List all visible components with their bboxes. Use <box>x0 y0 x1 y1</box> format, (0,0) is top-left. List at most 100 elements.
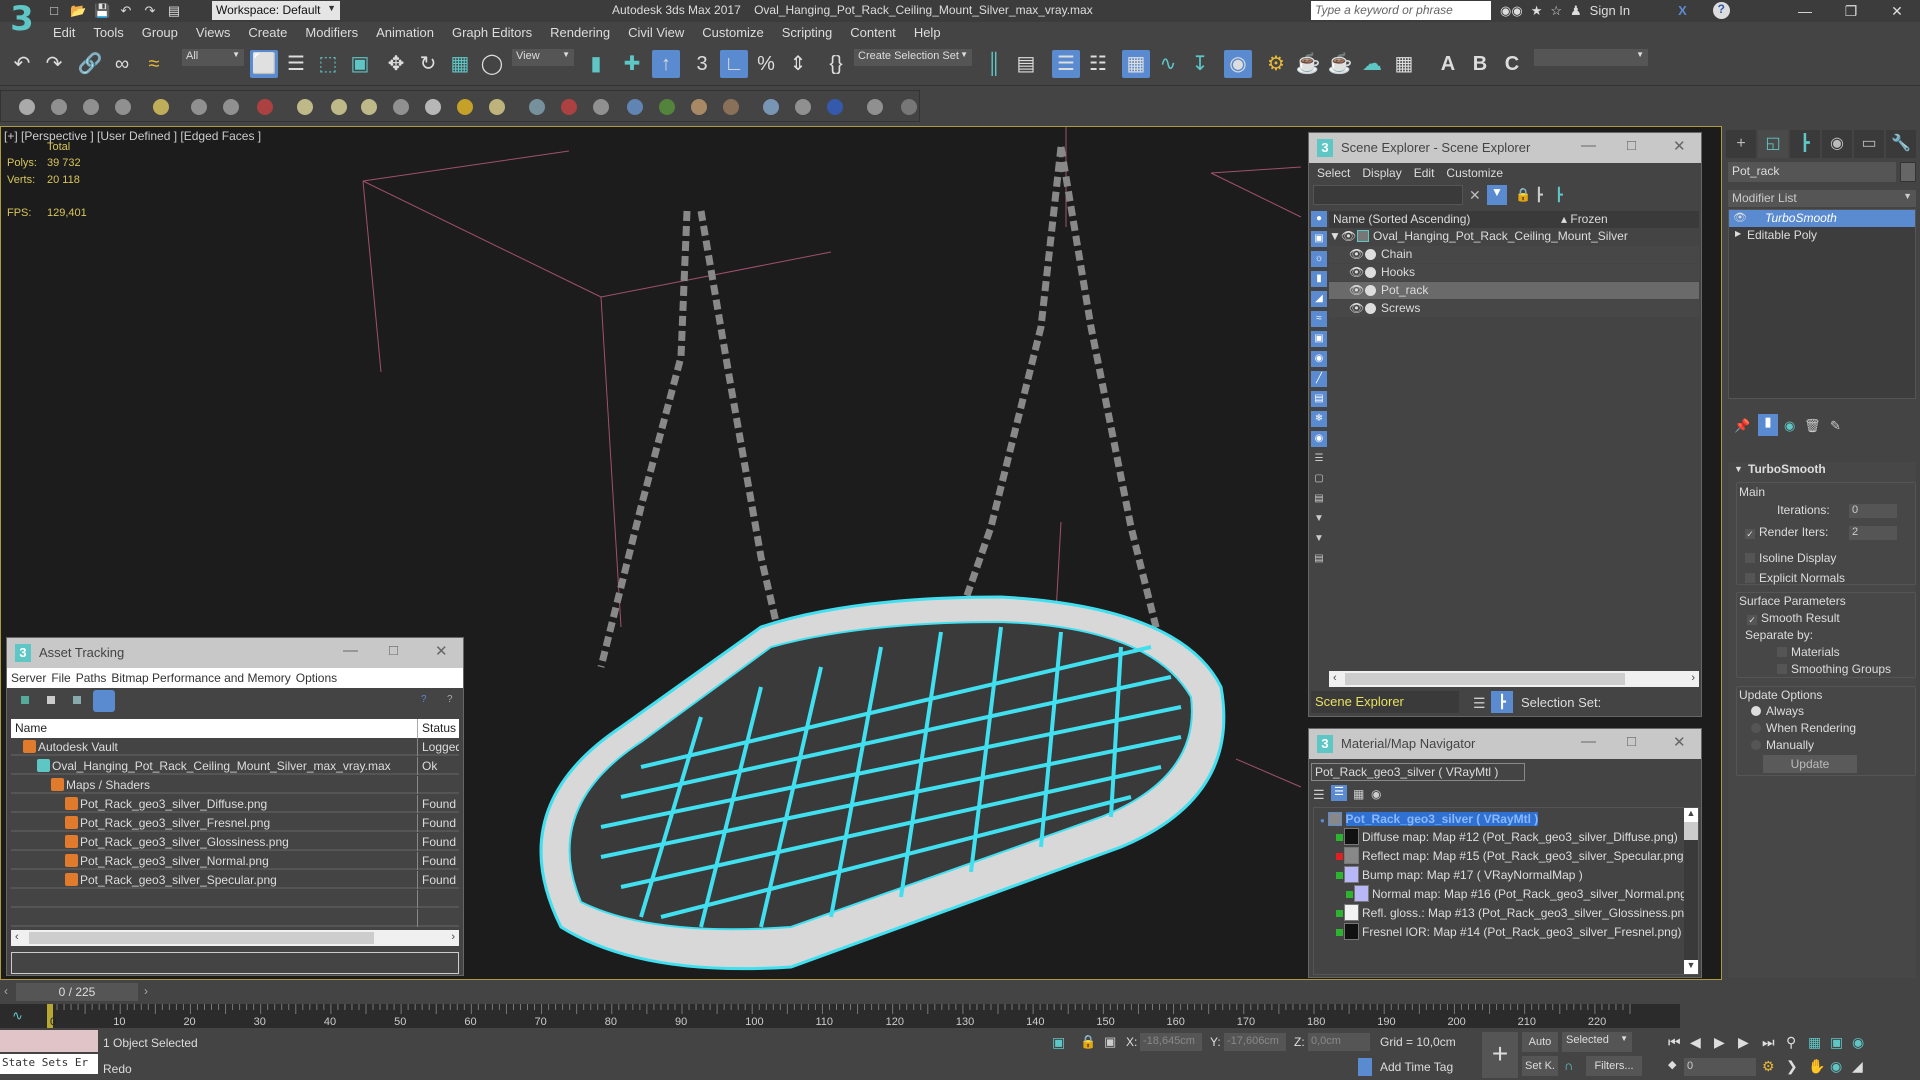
view-list-icons-icon[interactable]: ☰ <box>1331 785 1347 801</box>
maxscript-listener-input[interactable] <box>0 1030 98 1052</box>
select-by-name-icon[interactable]: ☰ <box>282 50 310 78</box>
favorites-star-icon[interactable]: ☆ <box>1550 3 1562 19</box>
open-file-icon[interactable]: 📂 <box>70 3 86 19</box>
close-button[interactable]: ✕ <box>1673 137 1686 155</box>
cone-icon[interactable] <box>425 99 441 115</box>
percent-snap-icon[interactable]: % <box>752 50 780 78</box>
go-to-start-icon[interactable]: ⏮ <box>1668 1034 1681 1051</box>
render-preset-dropdown[interactable]: ▼ <box>1534 49 1648 66</box>
rotate-icon[interactable]: ↻ <box>414 50 442 78</box>
panel-icon[interactable] <box>115 99 131 115</box>
groups-filter-icon[interactable]: ▣ <box>1311 331 1327 347</box>
scene-tree-item[interactable]: 👁 Chain <box>1329 246 1699 263</box>
close-button[interactable]: ✕ <box>1673 733 1686 751</box>
app-logo[interactable]: 3 <box>2 0 42 42</box>
scene-tree-item[interactable]: 👁 Pot_rack <box>1329 282 1699 299</box>
asset-row[interactable]: Pot_Rack_geo3_silver_Diffuse.png Found <box>11 795 459 813</box>
satellite-icon[interactable]: ★ <box>1531 3 1543 19</box>
set-key-button[interactable]: Set K. <box>1522 1056 1558 1076</box>
list-icon[interactable] <box>83 99 99 115</box>
geometry-filter-icon[interactable]: ● <box>1311 211 1327 227</box>
visibility-eye-icon[interactable]: 👁 <box>1349 300 1364 317</box>
mirror-icon[interactable]: ║ <box>980 50 1008 78</box>
x-coordinate-field[interactable]: -18,645cm <box>1140 1033 1202 1051</box>
preset-b-icon[interactable]: B <box>1466 50 1494 78</box>
go-to-end-icon[interactable]: ⏭ <box>1762 1034 1775 1051</box>
curve-editor-icon[interactable]: ∿ <box>1154 50 1182 78</box>
menu-civil-view[interactable]: Civil View <box>619 22 693 44</box>
stack-item-editable-poly[interactable]: ▶ Editable Poly <box>1729 227 1915 244</box>
bones-filter-icon[interactable]: ╱ <box>1311 371 1327 387</box>
maximize-button[interactable]: □ <box>1627 137 1636 154</box>
teapot-icon[interactable] <box>19 99 35 115</box>
hierarchy-tab-icon[interactable]: ┣ <box>1790 130 1820 158</box>
table-view-button[interactable] <box>93 690 115 712</box>
schematic-view-icon[interactable]: ↧ <box>1186 50 1214 78</box>
menu-file[interactable]: File <box>51 671 70 685</box>
map-row[interactable]: Diffuse map: Map #12 (Pot_Rack_geo3_silv… <box>1336 828 1678 846</box>
time-slider-thumb[interactable]: 0 / 225 <box>16 983 138 1001</box>
refresh-icon[interactable] <box>21 696 29 704</box>
scrollbar-thumb[interactable] <box>1345 673 1625 685</box>
menu-modifiers[interactable]: Modifiers <box>296 22 367 44</box>
sign-in-button[interactable]: Sign In <box>1590 3 1630 18</box>
explorer-selector-dropdown[interactable]: Scene Explorer <box>1311 691 1459 713</box>
selection-filter-dropdown[interactable]: All ▼ <box>182 49 244 66</box>
previous-key-icon[interactable]: ◀ <box>1690 1034 1701 1051</box>
hierarchy-sort-icon[interactable]: ┣ <box>1555 187 1563 203</box>
project-folder-icon[interactable]: ▤ <box>166 3 182 19</box>
exchange-apps-icon[interactable]: X <box>1678 3 1687 18</box>
render-iters-spinner[interactable]: 2 <box>1849 526 1897 540</box>
next-key-icon[interactable]: ▶ <box>1738 1034 1749 1051</box>
clear-search-icon[interactable]: ✕ <box>1469 187 1481 204</box>
pan-icon[interactable]: ✋ <box>1808 1058 1825 1075</box>
menu-paths[interactable]: Paths <box>76 671 107 685</box>
edit-named-selection-icon[interactable]: {} <box>822 50 850 78</box>
camera-match-icon[interactable] <box>191 99 207 115</box>
menu-tools[interactable]: Tools <box>84 22 132 44</box>
scroll-left-icon[interactable]: ‹ <box>15 931 19 943</box>
helpers-filter-icon[interactable]: ◢ <box>1311 291 1327 307</box>
rectangular-selection-icon[interactable]: ⬚ <box>314 50 342 78</box>
light-list-icon[interactable] <box>153 99 169 115</box>
asset-row[interactable]: Pot_Rack_geo3_silver_Fresnel.png Found <box>11 814 459 832</box>
link-icon[interactable]: 🔗 <box>76 50 104 78</box>
visibility-eye-icon[interactable]: 👁 <box>1341 228 1356 245</box>
menu-server[interactable]: Server <box>11 671 46 685</box>
view-small-icons-icon[interactable]: ▦ <box>1353 787 1364 801</box>
motion-tab-icon[interactable]: ◉ <box>1822 130 1852 158</box>
measure-icon[interactable] <box>867 99 883 115</box>
key-mode-toggle-icon[interactable]: ◆ <box>1668 1058 1676 1071</box>
current-material-field[interactable]: Pot_Rack_geo3_silver ( VRayMtl ) <box>1311 763 1525 781</box>
z-coordinate-field[interactable]: 0,0cm <box>1308 1033 1370 1051</box>
window-crossing-icon[interactable]: ▣ <box>346 50 374 78</box>
menu-help[interactable]: Help <box>905 22 950 44</box>
modifier-eye-icon[interactable]: 👁 <box>1733 211 1747 224</box>
move-icon[interactable]: ✥ <box>382 50 410 78</box>
column-name-sorted[interactable]: Name (Sorted Ascending) <box>1333 211 1470 228</box>
maximize-viewport-icon[interactable]: ◢ <box>1852 1058 1863 1075</box>
box-primitive-icon[interactable] <box>297 99 313 115</box>
map-row[interactable]: Normal map: Map #16 (Pot_Rack_geo3_silve… <box>1346 885 1691 903</box>
hierarchy-mode-icon[interactable]: ┣ <box>1491 691 1513 713</box>
help-icon[interactable]: ? <box>1712 2 1730 19</box>
key-filters-button[interactable]: Filters... <box>1586 1056 1642 1076</box>
pivot-center-icon[interactable]: ▮ <box>582 50 610 78</box>
hatch-icon[interactable] <box>529 99 545 115</box>
map-row[interactable]: Refl. gloss.: Map #13 (Pot_Rack_geo3_sil… <box>1336 904 1695 922</box>
menu-views[interactable]: Views <box>187 22 239 44</box>
scrollbar-thumb[interactable] <box>1684 822 1698 840</box>
user-icon[interactable]: ♟ <box>1570 3 1582 19</box>
scene-explorer-titlebar[interactable]: 3 Scene Explorer - Scene Explorer — □ ✕ <box>1309 133 1701 163</box>
show-end-result-icon[interactable]: ▮ <box>1758 414 1778 436</box>
filter-settings-icon[interactable]: ▼ <box>1311 511 1327 527</box>
scene-explorer-toggle-icon[interactable]: ☰ <box>1052 50 1080 78</box>
color-clipboard-icon[interactable] <box>827 99 843 115</box>
menu-group[interactable]: Group <box>133 22 187 44</box>
current-frame-spinner[interactable]: 0 <box>1684 1058 1756 1076</box>
key-filter-dropdown[interactable]: Selected ▼ <box>1562 1032 1632 1052</box>
track-bar[interactable]: ∿ 0 10 20 30 40 50 60 70 80 90 100 110 120 130 140 150 1… <box>0 1004 1680 1028</box>
display-tab-icon[interactable]: ▭ <box>1854 130 1884 158</box>
scene-horizontal-scrollbar[interactable]: ‹ › <box>1329 671 1699 687</box>
asset-path-field[interactable] <box>11 952 459 974</box>
